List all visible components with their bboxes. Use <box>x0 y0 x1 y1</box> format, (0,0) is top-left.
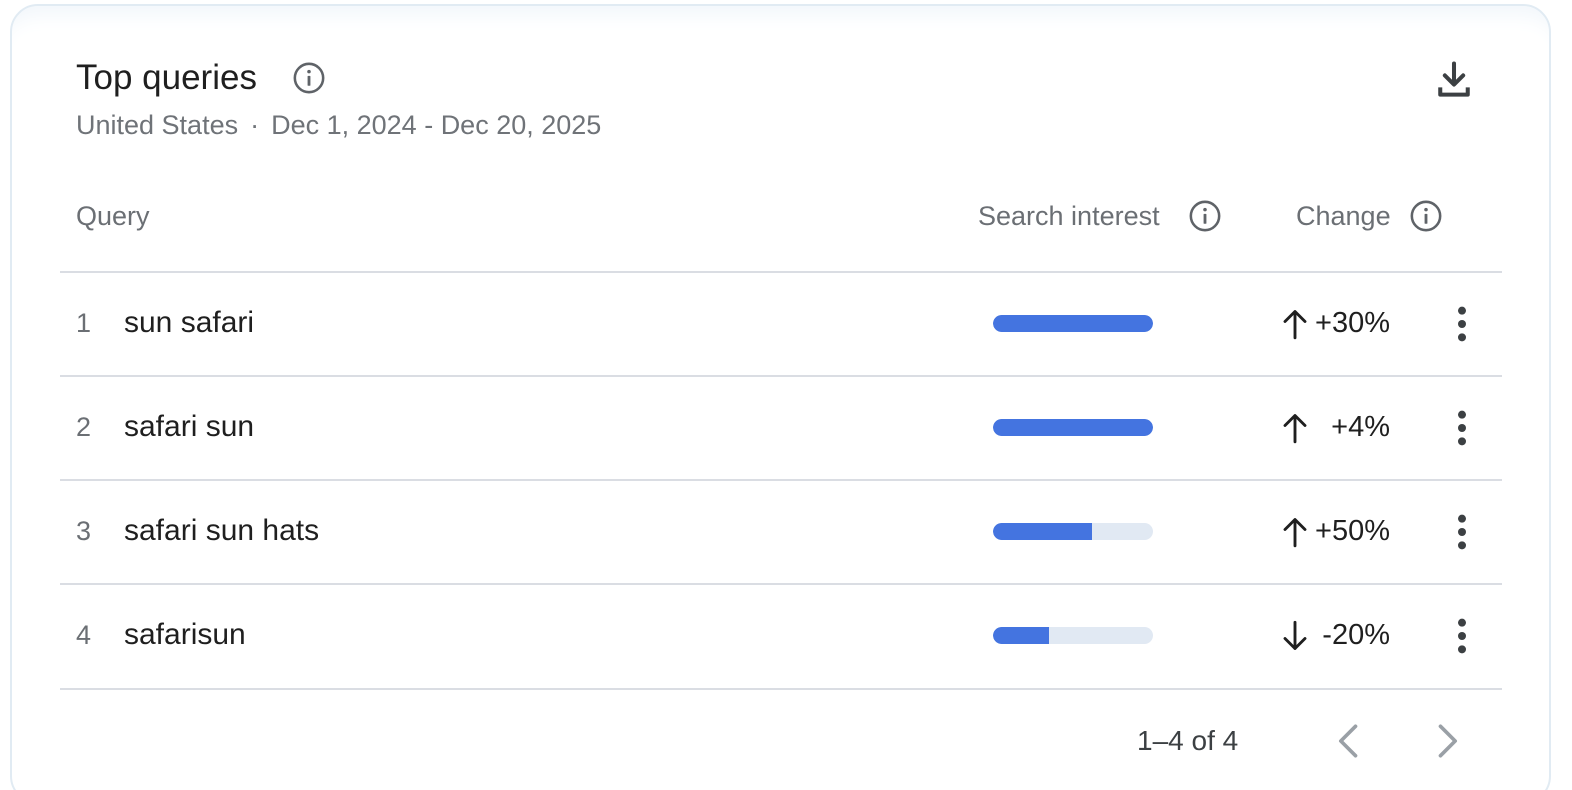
table-row[interactable]: 4 safarisun -20% <box>60 584 1502 688</box>
row-rank: 2 <box>76 412 92 442</box>
row-query[interactable]: safarisun <box>124 615 246 655</box>
search-interest-bar-fill <box>993 523 1093 540</box>
table-row[interactable]: 2 safari sun +4% <box>60 376 1502 480</box>
arrow-up-icon <box>1283 518 1307 548</box>
more-vert-icon[interactable] <box>1446 406 1478 450</box>
row-rank: 4 <box>76 620 92 650</box>
row-query[interactable]: safari sun hats <box>124 511 319 551</box>
arrow-up-icon <box>1283 414 1307 444</box>
change-info-icon[interactable] <box>1409 199 1443 233</box>
row-change: +30% <box>1315 307 1390 339</box>
chevron-right-icon[interactable] <box>1424 718 1468 764</box>
table-row[interactable]: 1 sun safari +30% <box>60 272 1502 376</box>
row-change: -20% <box>1322 619 1390 651</box>
chevron-left-icon[interactable] <box>1328 718 1372 764</box>
row-query[interactable]: safari sun <box>124 407 254 447</box>
row-query[interactable]: sun safari <box>124 303 254 343</box>
column-header-query: Query <box>76 201 150 231</box>
arrow-down-icon <box>1283 620 1307 650</box>
column-header-change: Change <box>1296 201 1391 231</box>
more-vert-icon[interactable] <box>1446 614 1478 658</box>
info-icon[interactable] <box>292 61 326 95</box>
more-vert-icon[interactable] <box>1446 302 1478 346</box>
row-change: +4% <box>1331 411 1390 443</box>
subtitle-separator: · <box>250 110 260 140</box>
region-label: United States <box>76 110 239 140</box>
table-row[interactable]: 3 safari sun hats +50% <box>60 480 1502 584</box>
download-icon[interactable] <box>1432 58 1476 102</box>
row-rank: 3 <box>76 516 92 546</box>
row-change: +50% <box>1315 515 1390 547</box>
card-title: Top queries <box>76 58 257 97</box>
page: Top queries United States · Dec 1, 2024 - … <box>0 0 1572 790</box>
date-range-label: Dec 1, 2024 - Dec 20, 2025 <box>271 110 602 140</box>
search-interest-bar <box>993 315 1153 332</box>
search-interest-bar-fill <box>993 419 1153 436</box>
column-header-search-interest: Search interest <box>978 201 1160 231</box>
search-interest-info-icon[interactable] <box>1188 199 1222 233</box>
search-interest-bar-fill <box>993 627 1049 644</box>
more-vert-icon[interactable] <box>1446 510 1478 554</box>
search-interest-bar-fill <box>993 315 1153 332</box>
search-interest-bar <box>993 627 1153 644</box>
search-interest-bar <box>993 419 1153 436</box>
search-interest-bar <box>993 523 1153 540</box>
row-rank: 1 <box>76 308 92 338</box>
table-bottom-divider <box>60 688 1502 690</box>
arrow-up-icon <box>1283 310 1307 340</box>
pagination-label: 1–4 of 4 <box>1137 725 1239 756</box>
card-subtitle: United States · Dec 1, 2024 - Dec 20, 2025 <box>76 108 601 142</box>
